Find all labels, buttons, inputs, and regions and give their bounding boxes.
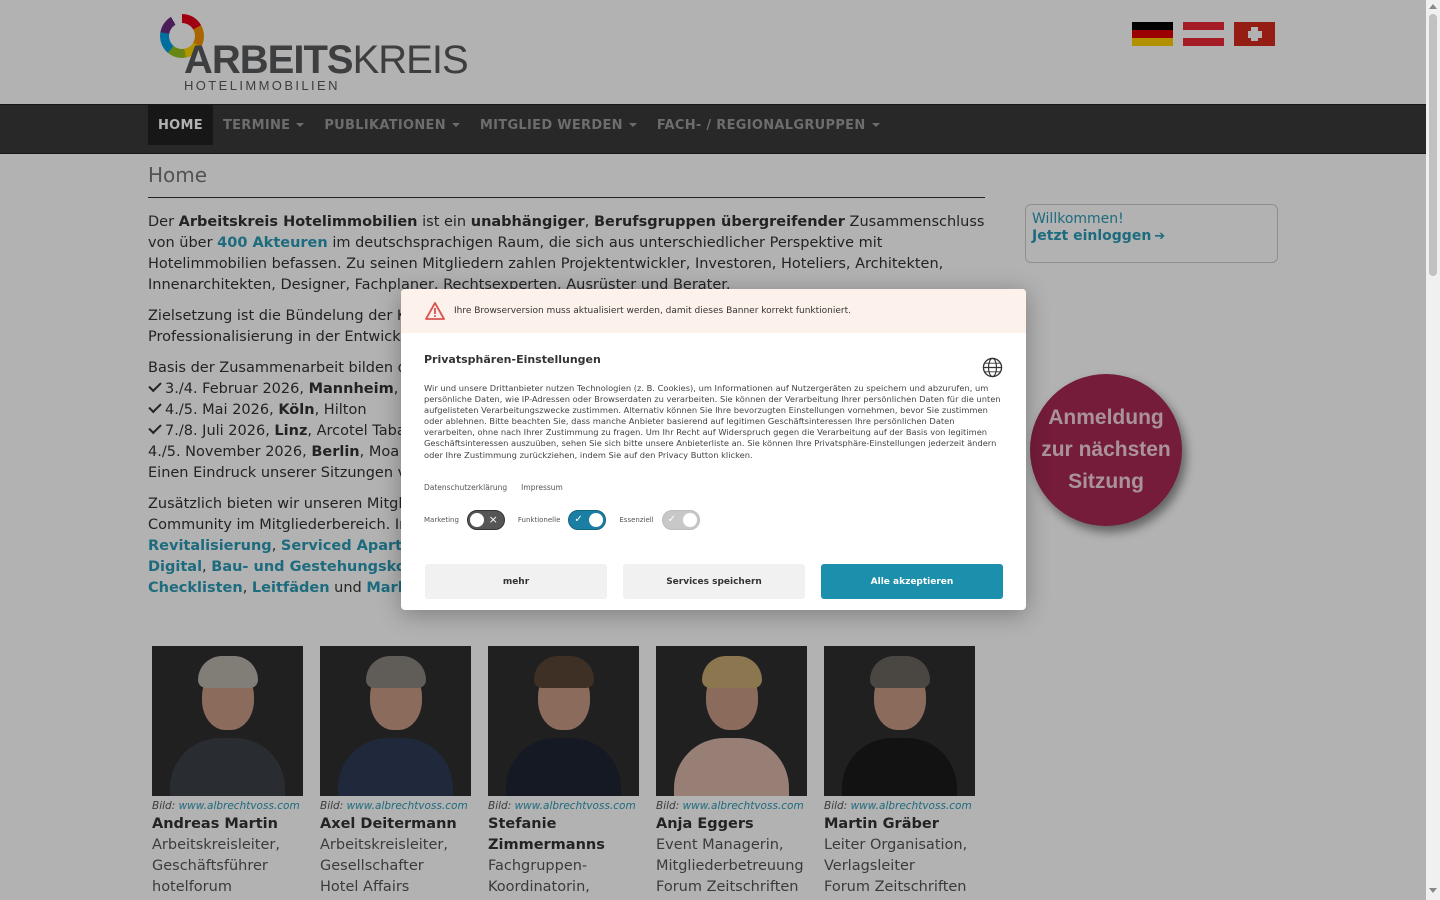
consent-toggles: Marketing × Funktionelle ✓ Essenziell ✓: [424, 509, 1003, 530]
more-button[interactable]: mehr: [425, 564, 607, 599]
browser-warning-bar: Ihre Browserversion muss aktualisiert we…: [401, 289, 1026, 333]
scrollbar-thumb[interactable]: [1429, 14, 1437, 276]
warning-text: Ihre Browserversion muss aktualisiert we…: [454, 306, 852, 316]
warning-icon: [425, 302, 445, 320]
consent-links: Datenschutzerklärung Impressum: [424, 483, 1003, 492]
check-icon: ✓: [574, 513, 583, 525]
imprint-link[interactable]: Impressum: [521, 483, 563, 492]
toggle-essential-label: Essenziell: [619, 515, 654, 524]
functional-switch[interactable]: ✓: [568, 509, 607, 530]
consent-text: Wir und unsere Drittanbieter nutzen Tech…: [424, 383, 1001, 460]
toggle-marketing-label: Marketing: [424, 515, 459, 524]
toggle-functional: Funktionelle ✓: [517, 509, 607, 530]
save-services-button[interactable]: Services speichern: [623, 564, 805, 599]
toggle-marketing: Marketing ×: [424, 509, 505, 530]
marketing-switch[interactable]: ×: [466, 509, 505, 530]
privacy-policy-link[interactable]: Datenschutzerklärung: [424, 483, 507, 492]
globe-icon[interactable]: [982, 357, 1003, 378]
toggle-essential: Essenziell ✓: [619, 509, 700, 530]
consent-modal: Ihre Browserversion muss aktualisiert we…: [401, 289, 1026, 610]
check-icon: ✓: [667, 513, 677, 525]
accept-all-button[interactable]: Alle akzeptieren: [821, 564, 1003, 599]
x-icon: ×: [488, 512, 498, 526]
toggle-functional-label: Funktionelle: [517, 515, 561, 524]
page-scrollbar[interactable]: [1426, 0, 1440, 900]
consent-buttons: mehr Services speichern Alle akzeptieren: [425, 564, 1003, 599]
scroll-down-arrow-icon[interactable]: [1429, 888, 1437, 893]
scroll-up-arrow-icon[interactable]: [1429, 4, 1437, 9]
consent-title: Privatsphären-Einstellungen: [424, 353, 601, 366]
essential-switch: ✓: [661, 509, 700, 530]
